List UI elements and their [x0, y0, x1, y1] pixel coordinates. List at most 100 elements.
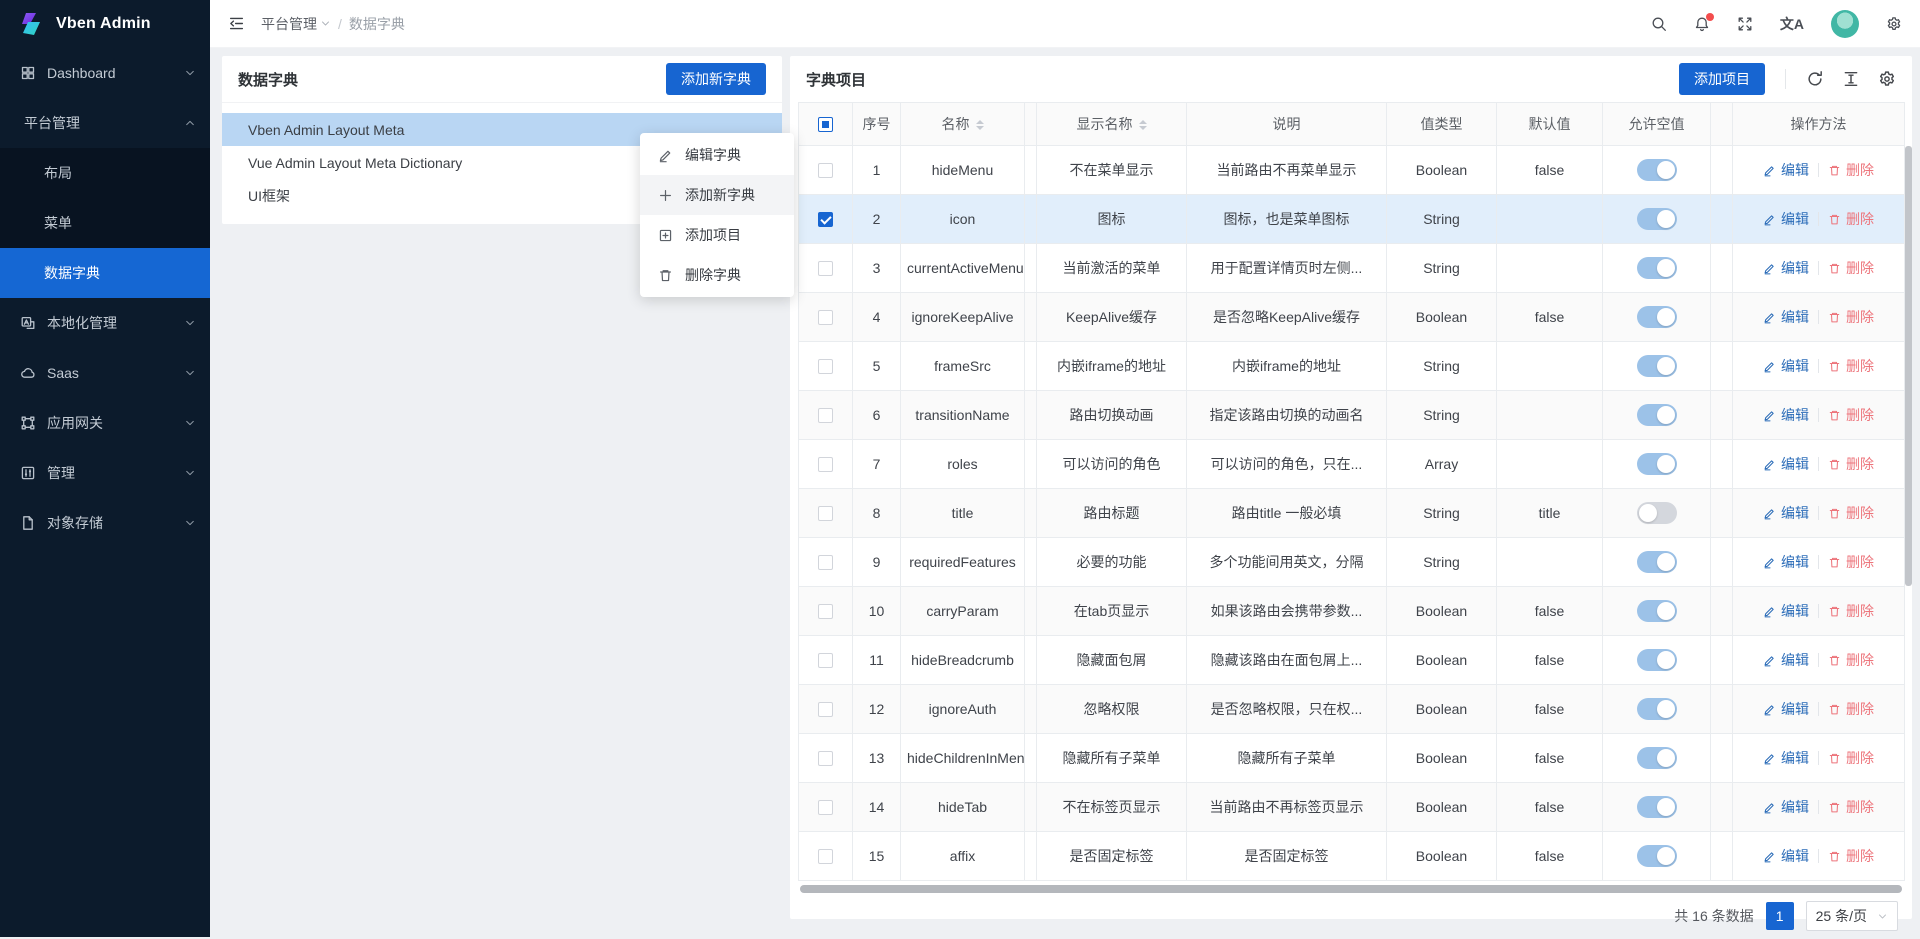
cell-allow-empty [1603, 342, 1711, 391]
edit-button[interactable]: 编辑 [1763, 552, 1809, 572]
vertical-scrollbar[interactable] [1905, 146, 1912, 586]
allow-empty-toggle[interactable] [1637, 551, 1677, 573]
horizontal-scrollbar[interactable] [800, 885, 1902, 893]
select-all-checkbox[interactable] [818, 117, 833, 132]
column-header-display[interactable]: 显示名称 [1037, 103, 1187, 146]
locale-icon[interactable]: 文A [1780, 14, 1804, 34]
pagination-page-size-select[interactable]: 25 条/页 [1806, 901, 1898, 931]
edit-button[interactable]: 编辑 [1763, 405, 1809, 425]
edit-button[interactable]: 编辑 [1763, 356, 1809, 376]
delete-button[interactable]: 删除 [1828, 650, 1874, 670]
context-menu-item[interactable]: 添加新字典 [640, 175, 794, 215]
allow-empty-toggle[interactable] [1637, 600, 1677, 622]
edit-button[interactable]: 编辑 [1763, 307, 1809, 327]
fullscreen-icon[interactable] [1737, 16, 1753, 32]
sidebar-item-dashboard[interactable]: Dashboard [0, 48, 210, 98]
allow-empty-toggle[interactable] [1637, 306, 1677, 328]
allow-empty-toggle[interactable] [1637, 159, 1677, 181]
allow-empty-toggle[interactable] [1637, 845, 1677, 867]
delete-button[interactable]: 删除 [1828, 601, 1874, 621]
row-checkbox[interactable] [818, 163, 833, 178]
row-checkbox[interactable] [818, 604, 833, 619]
context-menu-item[interactable]: 删除字典 [640, 255, 794, 295]
allow-empty-toggle[interactable] [1637, 796, 1677, 818]
sidebar-item-gateway[interactable]: 应用网关 [0, 398, 210, 448]
row-checkbox[interactable] [818, 800, 833, 815]
search-icon[interactable] [1651, 16, 1667, 32]
delete-button[interactable]: 删除 [1828, 356, 1874, 376]
add-item-button[interactable]: 添加项目 [1679, 63, 1765, 95]
delete-button[interactable]: 删除 [1828, 797, 1874, 817]
edit-button[interactable]: 编辑 [1763, 258, 1809, 278]
sort-carets[interactable] [1139, 120, 1147, 130]
delete-button[interactable]: 删除 [1828, 846, 1874, 866]
allow-empty-toggle[interactable] [1637, 649, 1677, 671]
edit-button[interactable]: 编辑 [1763, 160, 1809, 180]
allow-empty-toggle[interactable] [1637, 257, 1677, 279]
edit-button[interactable]: 编辑 [1763, 797, 1809, 817]
edit-button[interactable]: 编辑 [1763, 846, 1809, 866]
context-menu-item[interactable]: 编辑字典 [640, 135, 794, 175]
delete-button[interactable]: 删除 [1828, 209, 1874, 229]
settings-icon[interactable] [1878, 70, 1896, 88]
sidebar-item-布局[interactable]: 布局 [0, 148, 210, 198]
sort-carets[interactable] [976, 120, 984, 130]
row-checkbox[interactable] [818, 457, 833, 472]
settings-icon[interactable] [1886, 16, 1902, 32]
row-checkbox[interactable] [818, 408, 833, 423]
edit-button[interactable]: 编辑 [1763, 209, 1809, 229]
collapse-sidebar-icon[interactable] [228, 15, 245, 32]
row-checkbox[interactable] [818, 261, 833, 276]
row-checkbox[interactable] [818, 653, 833, 668]
cell-num: 9 [853, 538, 901, 587]
delete-button[interactable]: 删除 [1828, 307, 1874, 327]
sidebar-item-localization[interactable]: 本地化管理 [0, 298, 210, 348]
allow-empty-toggle[interactable] [1637, 502, 1677, 524]
refresh-icon[interactable] [1806, 70, 1824, 88]
edit-button[interactable]: 编辑 [1763, 454, 1809, 474]
allow-empty-toggle[interactable] [1637, 747, 1677, 769]
add-dictionary-button[interactable]: 添加新字典 [666, 63, 766, 95]
delete-button[interactable]: 删除 [1828, 503, 1874, 523]
delete-button[interactable]: 删除 [1828, 160, 1874, 180]
notification-icon[interactable] [1694, 16, 1710, 32]
sidebar-item-platform[interactable]: 平台管理 [0, 98, 210, 148]
allow-empty-toggle[interactable] [1637, 453, 1677, 475]
edit-button[interactable]: 编辑 [1763, 748, 1809, 768]
row-checkbox[interactable] [818, 310, 833, 325]
row-checkbox[interactable] [818, 702, 833, 717]
delete-button[interactable]: 删除 [1828, 552, 1874, 572]
row-checkbox[interactable] [818, 555, 833, 570]
line-height-icon[interactable] [1842, 70, 1860, 88]
allow-empty-toggle[interactable] [1637, 208, 1677, 230]
allow-empty-toggle[interactable] [1637, 404, 1677, 426]
edit-button[interactable]: 编辑 [1763, 503, 1809, 523]
app-logo[interactable]: Vben Admin [0, 0, 210, 48]
delete-button[interactable]: 删除 [1828, 454, 1874, 474]
sidebar-item-storage[interactable]: 对象存储 [0, 498, 210, 548]
sidebar-item-菜单[interactable]: 菜单 [0, 198, 210, 248]
delete-button[interactable]: 删除 [1828, 258, 1874, 278]
row-checkbox[interactable] [818, 359, 833, 374]
allow-empty-toggle[interactable] [1637, 355, 1677, 377]
edit-button[interactable]: 编辑 [1763, 601, 1809, 621]
column-header-name[interactable]: 名称 [901, 103, 1025, 146]
delete-button[interactable]: 删除 [1828, 699, 1874, 719]
breadcrumb-section[interactable]: 平台管理 [261, 14, 331, 34]
delete-button[interactable]: 删除 [1828, 748, 1874, 768]
sidebar-item-manage[interactable]: 管理 [0, 448, 210, 498]
row-checkbox[interactable] [818, 506, 833, 521]
pagination-page-1[interactable]: 1 [1766, 902, 1794, 930]
edit-button[interactable]: 编辑 [1763, 699, 1809, 719]
context-menu-item[interactable]: 添加项目 [640, 215, 794, 255]
cell-allow-empty [1603, 293, 1711, 342]
allow-empty-toggle[interactable] [1637, 698, 1677, 720]
row-checkbox[interactable] [818, 212, 833, 227]
avatar[interactable] [1831, 10, 1859, 38]
sidebar-item-数据字典[interactable]: 数据字典 [0, 248, 210, 298]
edit-button[interactable]: 编辑 [1763, 650, 1809, 670]
row-checkbox[interactable] [818, 751, 833, 766]
sidebar-item-saas[interactable]: Saas [0, 348, 210, 398]
delete-button[interactable]: 删除 [1828, 405, 1874, 425]
row-checkbox[interactable] [818, 849, 833, 864]
